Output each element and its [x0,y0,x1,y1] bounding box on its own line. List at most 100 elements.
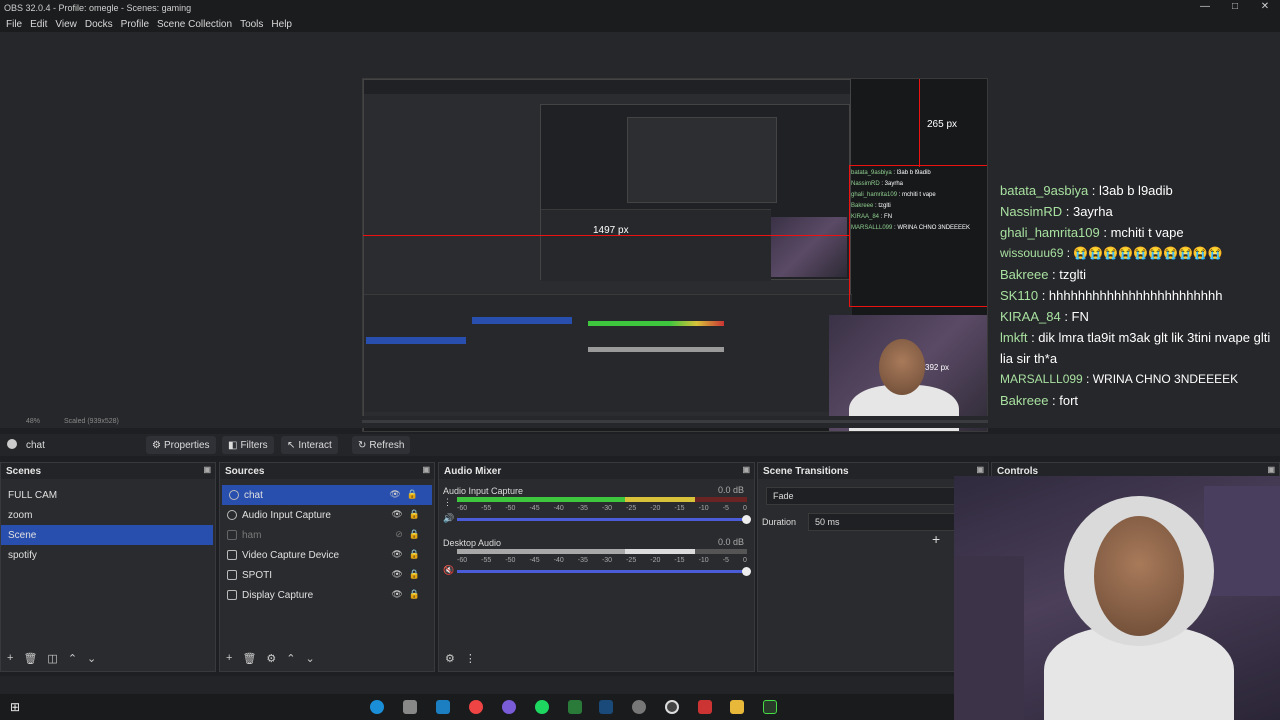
selected-source-name: chat [26,439,45,451]
filters-button[interactable]: ◧ Filters [222,436,274,454]
source-item[interactable]: SPOTI 👁🔒 [220,565,434,585]
trash-icon[interactable]: 🗑 [242,652,256,665]
menu-help[interactable]: Help [271,19,292,30]
mixer-channel-mic: Audio Input Capture 0.0 dB -60 -55 -50 -45-… [443,485,751,529]
filter-icon[interactable]: ◫ [47,652,57,665]
webcam-overlay [954,476,1280,720]
speaker-icon[interactable]: 🔊 [443,513,454,524]
preview-canvas[interactable]: 265 px 1497 px 392 px [362,78,988,432]
cursor-icon: ↖ [287,439,296,451]
stream-chat-overlay: batata_9asbiya : l3ab b l9adib NassimRD … [1000,180,1275,411]
slider-knob[interactable] [742,567,751,576]
undock-icon[interactable]: ▣ [742,465,750,474]
steam-icon[interactable] [599,700,613,714]
zoom-bar: 48% Scaled (939x528) [0,416,1280,428]
maximize-button[interactable]: □ [1220,0,1250,16]
gear-icon[interactable]: ⚙ [266,652,276,665]
scene-item-selected[interactable]: Scene [1,525,213,545]
kebab-icon[interactable]: ⋮ [443,497,452,508]
mixer-channel-desktop: Desktop Audio 0.0 dB -60 -55 -50 -45 -40 -35-… [443,537,751,581]
add-icon[interactable]: + [7,652,13,665]
filter-icon: ◧ [228,439,238,451]
eye-lock-icons[interactable]: 👁🔒 [391,549,426,560]
title-bar: OBS 32.0.4 - Profile: omegle - Scenes: g… [0,0,1280,16]
app-icon[interactable] [698,700,712,714]
nested-menu-bar [364,80,850,94]
move-up-icon[interactable]: ⌃ [68,652,77,665]
meter-scale: -60 -55 -50 -45 -40 -35 -30 -25 -20 -15 -10 -5 0 [457,557,747,564]
preview-scrollbar[interactable] [362,420,988,423]
scene-item[interactable]: spotify [1,545,215,565]
transition-select[interactable]: Fade [766,487,984,505]
slider-knob[interactable] [742,515,751,524]
folder-icon[interactable] [730,700,744,714]
close-button[interactable]: ✕ [1250,0,1280,16]
channel-db: 0.0 dB [717,537,744,547]
kebab-icon[interactable]: ⋮ [465,652,476,665]
properties-button[interactable]: ⚙ Properties [146,436,216,454]
eye-lock-icons[interactable]: 👁🔒 [391,569,426,580]
preview-chat-source: batata_9asbiya : l3ab b l9adib NassimRD … [851,170,971,231]
scene-item[interactable]: FULL CAM [1,485,215,505]
menu-docks[interactable]: Docks [85,19,113,30]
measure-cam-label: 392 px [925,363,950,372]
terminal-icon[interactable] [763,700,777,714]
source-item-selected[interactable]: chat 👁🔒 [222,485,432,505]
cam-face [879,339,925,395]
discord-icon[interactable] [502,700,516,714]
webcam-face [1094,516,1184,636]
volume-meter [457,497,747,502]
move-down-icon[interactable]: ⌄ [87,652,96,665]
menu-tools[interactable]: Tools [240,19,263,30]
trash-icon[interactable]: 🗑 [23,652,37,665]
chat-message: KIRAA_84 : FN [1000,309,1089,324]
nested-meter-2 [588,347,724,352]
eye-lock-icons[interactable]: 👁🔒 [389,489,424,500]
chrome-icon[interactable] [469,700,483,714]
mic-icon [227,510,237,520]
minimize-button[interactable]: — [1190,0,1220,16]
spotify-icon[interactable] [535,700,549,714]
add-icon[interactable]: + [932,531,940,547]
window-title: OBS 32.0.4 - Profile: omegle - Scenes: g… [4,3,192,13]
eye-lock-icons[interactable]: ⊘🔒 [395,529,426,540]
nested-meter-1 [588,321,724,326]
menu-view[interactable]: View [55,19,77,30]
undock-icon[interactable]: ▣ [422,465,430,474]
obs-icon[interactable] [665,700,679,714]
zoom-label[interactable]: 48% [26,418,40,425]
source-item[interactable]: Audio Input Capture 👁🔒 [220,505,434,525]
undock-icon[interactable]: ▣ [1267,465,1275,474]
edge-icon[interactable] [370,700,384,714]
volume-meter [457,549,747,554]
source-item[interactable]: Video Capture Device 👁🔒 [220,545,434,565]
settings-icon[interactable] [632,700,646,714]
eye-lock-icons[interactable]: 👁🔒 [391,509,426,520]
scene-item[interactable]: zoom [1,505,215,525]
refresh-button[interactable]: ↻ Refresh [352,436,411,454]
add-icon[interactable]: + [226,652,232,665]
windows-start-icon[interactable]: ⊞ [10,700,20,714]
gear-icon[interactable]: ⚙ [445,652,455,665]
menu-profile[interactable]: Profile [121,19,149,30]
menu-scene-collection[interactable]: Scene Collection [157,19,232,30]
nested-preview-2 [627,117,777,203]
volume-slider[interactable] [457,515,751,524]
store-icon[interactable] [436,700,450,714]
volume-slider[interactable] [457,567,751,576]
nested-docks [541,209,771,281]
eye-lock-icons[interactable]: 👁🔒 [391,589,426,600]
app-icon[interactable] [568,700,582,714]
chat-message: lmkft : dik lmra tla9it m3ak glt lik 3ti… [1000,330,1271,366]
undock-icon[interactable]: ▣ [203,465,211,474]
move-down-icon[interactable]: ⌄ [306,652,315,665]
interact-button[interactable]: ↖ Interact [281,436,338,454]
menu-file[interactable]: File [6,19,22,30]
menu-edit[interactable]: Edit [30,19,47,30]
move-up-icon[interactable]: ⌃ [286,652,295,665]
app-icon[interactable] [403,700,417,714]
undock-icon[interactable]: ▣ [976,465,984,474]
source-item-hidden[interactable]: ham ⊘🔒 [220,525,434,545]
source-item[interactable]: Display Capture 👁🔒 [220,585,434,605]
muted-speaker-icon[interactable]: 🔇 [443,565,454,576]
